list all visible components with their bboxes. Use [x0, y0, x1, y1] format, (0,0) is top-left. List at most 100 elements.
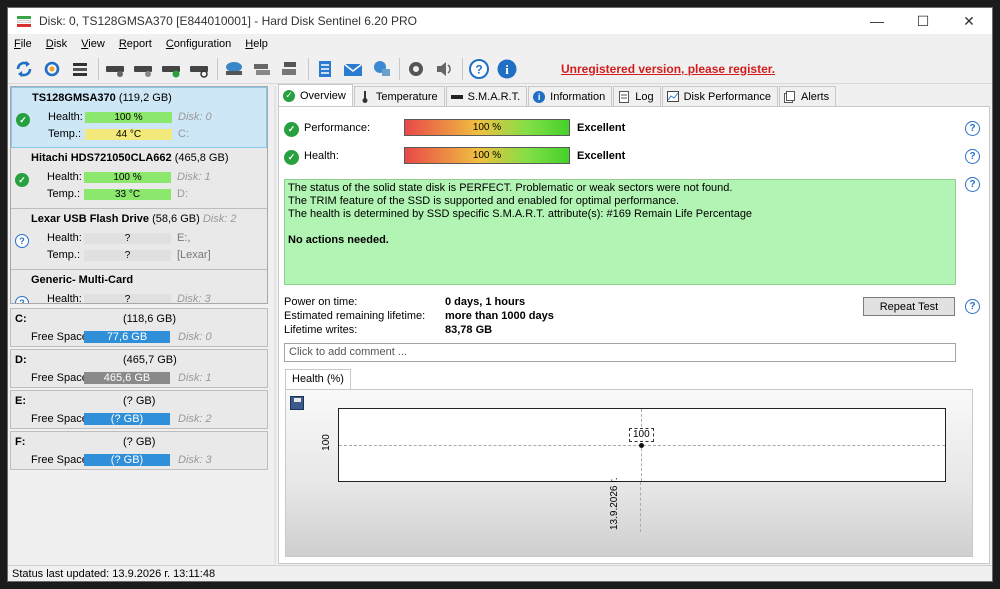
menu-view[interactable]: View	[81, 38, 105, 50]
disk-timer-icon[interactable]	[131, 57, 155, 81]
temp-bar: 33 °C	[84, 189, 171, 200]
toolbar-separator	[308, 57, 309, 80]
help-icon[interactable]: ?	[965, 177, 980, 192]
info-icon: i	[533, 90, 546, 103]
help-icon[interactable]: ?	[965, 121, 980, 136]
repeat-test-button[interactable]: Repeat Test	[863, 297, 955, 316]
check-circle-icon: ✓	[15, 173, 29, 187]
svg-text:?: ?	[475, 62, 482, 76]
drive-stack-alt-icon[interactable]	[278, 57, 302, 81]
status-line: The health is determined by SSD specific…	[288, 208, 753, 220]
disk-list: TS128GMSA370 (119,2 GB) ✓ Health: 100 % …	[10, 86, 268, 304]
toolbar-separator	[98, 57, 99, 80]
menu-bar: File Disk View Report Configuration Help	[8, 35, 992, 53]
health-row: ✓	[284, 148, 299, 166]
tab-health-graph[interactable]: Health (%)	[285, 369, 351, 389]
temp-bar: 44 °C	[85, 129, 172, 140]
help-icon[interactable]: ?	[965, 149, 980, 164]
x-tick-guide	[640, 482, 641, 532]
drive-test-icon[interactable]	[222, 57, 246, 81]
log-icon	[618, 90, 630, 103]
tab-alerts[interactable]: Alerts	[778, 86, 837, 106]
network-icon[interactable]	[369, 57, 393, 81]
free-space-bar: 77,6 GB	[84, 331, 170, 343]
disk-item-3[interactable]: Generic- Multi-Card ? Health: ? Disk: 3	[11, 270, 267, 304]
menu-configuration[interactable]: Configuration	[166, 38, 231, 50]
tab-label: Alerts	[800, 90, 830, 103]
disk-ref: Disk: 0	[178, 331, 212, 343]
refresh-icon[interactable]	[12, 57, 36, 81]
status-line: The status of the solid state disk is PE…	[288, 182, 733, 194]
power-on-value: 0 days, 1 hours	[445, 296, 526, 308]
report-icon[interactable]	[313, 57, 337, 81]
maximize-button[interactable]: ☐	[900, 8, 946, 34]
drive-stack-icon[interactable]	[250, 57, 274, 81]
disk-ref: Disk: 0	[178, 111, 212, 123]
toolbar: ? i Unregistered version, please registe…	[8, 54, 992, 84]
partition-item-e[interactable]: E: (? GB) Free Space (? GB) Disk: 2	[10, 390, 268, 429]
comment-field[interactable]: Click to add comment ...	[284, 343, 956, 362]
menu-help[interactable]: Help	[245, 38, 268, 50]
tab-disk-performance[interactable]: Disk Performance	[661, 86, 778, 106]
drive-letter: C:	[178, 128, 189, 140]
info-icon[interactable]: i	[495, 57, 519, 81]
partition-item-f[interactable]: F: (? GB) Free Space (? GB) Disk: 3	[10, 431, 268, 470]
tab-smart[interactable]: S.M.A.R.T.	[445, 86, 528, 106]
tab-label: Overview	[300, 89, 346, 102]
help-icon[interactable]: ?	[467, 57, 491, 81]
tab-label: S.M.A.R.T.	[467, 90, 521, 103]
free-space-label: Free Space	[31, 331, 88, 343]
status-description: The status of the solid state disk is PE…	[284, 179, 956, 285]
tab-overview[interactable]: ✓ Overview	[278, 84, 353, 106]
status-action: No actions needed.	[288, 234, 389, 246]
plot-area: 100	[338, 408, 946, 482]
save-icon[interactable]	[290, 396, 304, 410]
help-icon[interactable]: ?	[965, 299, 980, 314]
free-space-bar: (? GB)	[84, 413, 170, 425]
tab-information[interactable]: i Information	[528, 86, 613, 106]
sound-icon[interactable]	[432, 57, 456, 81]
tab-label: Log	[635, 90, 654, 103]
disk-list-icon[interactable]	[68, 57, 92, 81]
health-bar: 100 %	[84, 172, 171, 183]
check-circle-icon: ✓	[284, 149, 299, 165]
refresh-all-icon[interactable]	[40, 57, 64, 81]
minimize-button[interactable]: —	[854, 8, 900, 34]
health-bar: 100 %	[85, 112, 172, 123]
mail-icon[interactable]	[341, 57, 365, 81]
disk-search-icon[interactable]	[187, 57, 211, 81]
menu-disk[interactable]: Disk	[46, 38, 67, 50]
disk-check-icon[interactable]	[159, 57, 183, 81]
tab-label: Temperature	[375, 90, 438, 103]
data-label: 100	[629, 428, 654, 442]
partition-size: (? GB)	[123, 436, 156, 448]
close-button[interactable]: ✕	[946, 8, 992, 34]
free-space-bar: (? GB)	[84, 454, 170, 466]
register-link[interactable]: Unregistered version, please register.	[561, 62, 775, 76]
disk-title: Lexar USB Flash Drive (58,6 GB) Disk: 2	[31, 213, 237, 225]
tab-temperature[interactable]: Temperature	[353, 86, 445, 106]
partition-letter: E:	[15, 395, 26, 407]
svg-text:i: i	[505, 62, 509, 77]
disk-item-0[interactable]: TS128GMSA370 (119,2 GB) ✓ Health: 100 % …	[11, 87, 267, 148]
performance-row: ✓	[284, 120, 299, 138]
menu-report[interactable]: Report	[119, 38, 152, 50]
pane-splitter[interactable]	[274, 86, 276, 564]
toolbar-separator	[217, 57, 218, 80]
menu-file[interactable]: File	[14, 38, 32, 50]
partition-letter: D:	[15, 354, 27, 366]
tab-log[interactable]: Log	[613, 86, 661, 106]
overview-panel: ✓ Performance: 100 % Excellent ? ✓ Healt…	[278, 106, 990, 564]
lifetime-writes-label: Lifetime writes:	[284, 324, 358, 336]
disk-ref: Disk: 3	[177, 293, 211, 304]
health-bar: ?	[84, 294, 171, 303]
y-tick-label: 100	[320, 434, 332, 451]
performance-rating: Excellent	[577, 122, 626, 134]
temp-label: Temp.:	[47, 249, 81, 261]
disk-info-icon[interactable]	[103, 57, 127, 81]
gear-icon[interactable]	[404, 57, 428, 81]
partition-item-d[interactable]: D: (465,7 GB) Free Space 465,6 GB Disk: …	[10, 349, 268, 388]
disk-item-1[interactable]: Hitachi HDS721050CLA662 (465,8 GB) ✓ Hea…	[11, 148, 267, 209]
disk-item-2[interactable]: Lexar USB Flash Drive (58,6 GB) Disk: 2 …	[11, 209, 267, 270]
partition-item-c[interactable]: C: (118,6 GB) Free Space 77,6 GB Disk: 0	[10, 308, 268, 347]
